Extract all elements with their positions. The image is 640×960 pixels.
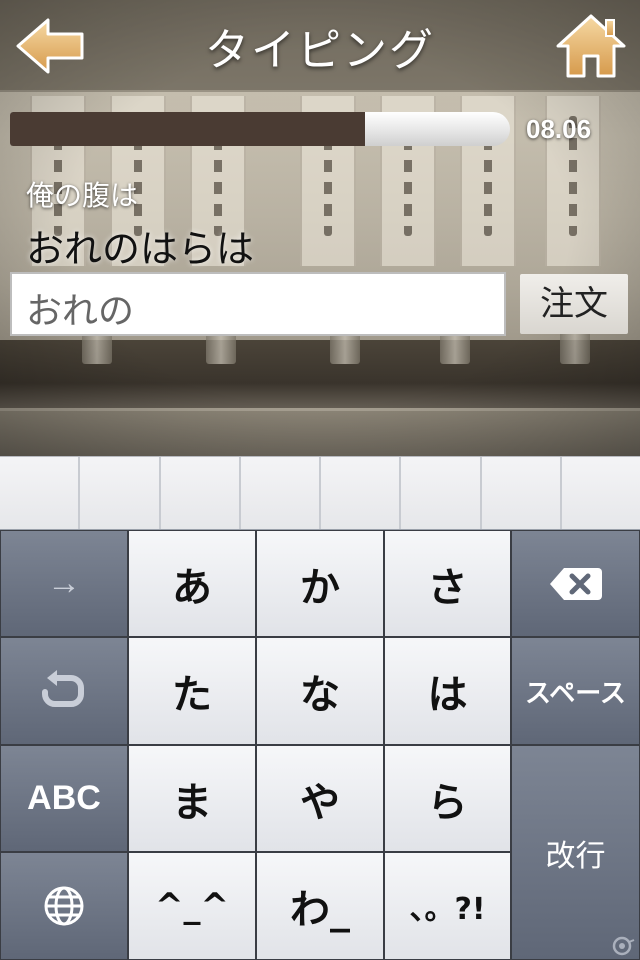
- key-label: あ: [172, 564, 212, 611]
- key-ma[interactable]: ま: [128, 745, 256, 852]
- globe-icon: [44, 886, 84, 926]
- home-button[interactable]: [554, 12, 628, 80]
- candidate-cell[interactable]: [161, 457, 241, 529]
- time-progress-fill: [10, 112, 365, 146]
- key-label: は: [427, 672, 468, 718]
- order-button[interactable]: 注文: [520, 274, 628, 334]
- delete-key[interactable]: [511, 530, 640, 637]
- backspace-icon: [549, 567, 602, 600]
- candidate-cell[interactable]: [80, 457, 161, 529]
- key-ha[interactable]: は: [384, 637, 511, 745]
- key-label: か: [300, 564, 340, 611]
- return-key-label: 改行: [545, 838, 606, 874]
- key-label: さ: [427, 564, 468, 611]
- page-title: タイピング: [205, 25, 435, 76]
- key-punctuation[interactable]: 、。?!: [384, 852, 511, 960]
- candidate-cell[interactable]: [562, 457, 640, 529]
- key-label: わ_: [290, 887, 350, 933]
- key-sa[interactable]: さ: [384, 530, 511, 637]
- key-label: 、。?!: [409, 892, 486, 927]
- answer-input-value: おれの: [26, 291, 135, 332]
- candidate-bar: [0, 456, 640, 531]
- key-label: や: [300, 779, 340, 826]
- key-label: ま: [172, 779, 212, 826]
- arrow-right-icon: →: [47, 564, 81, 602]
- timer-readout: 08.06: [526, 114, 592, 144]
- key-label: な: [300, 672, 340, 718]
- key-ra[interactable]: ら: [384, 745, 511, 852]
- key-label: ら: [427, 779, 468, 826]
- prompt-kanji: 俺の腹は: [26, 179, 139, 212]
- key-emoticon[interactable]: ^_^: [128, 852, 256, 960]
- key-wa[interactable]: わ_: [256, 852, 384, 960]
- key-ka[interactable]: か: [256, 530, 384, 637]
- candidate-cell[interactable]: [321, 457, 402, 529]
- watermark-logo-icon: [612, 936, 635, 956]
- kana-keyboard: → ABC あ か さ た な は ま や ら ^_^ わ_ 、。?! スペース…: [0, 530, 640, 960]
- answer-input[interactable]: おれの: [10, 272, 506, 336]
- home-icon: [556, 14, 626, 78]
- time-progress-bar: [10, 112, 510, 146]
- nav-bar: タイピング: [0, 0, 640, 90]
- key-label: た: [172, 672, 212, 718]
- candidate-cell[interactable]: [241, 457, 321, 529]
- space-key[interactable]: スペース: [511, 637, 640, 745]
- abc-key[interactable]: ABC: [0, 745, 128, 852]
- abc-key-label: ABC: [27, 779, 101, 817]
- candidate-cell[interactable]: [0, 457, 81, 529]
- key-label: ^_^: [155, 886, 229, 926]
- prompt-kana: おれのはらは: [26, 227, 255, 271]
- candidate-cell[interactable]: [401, 457, 482, 529]
- typing-screen: タイピング 08.06 俺の腹は おれのはらは おれの 注文 → ABC あ か…: [0, 0, 640, 960]
- key-a[interactable]: あ: [128, 530, 256, 637]
- key-ya[interactable]: や: [256, 745, 384, 852]
- space-key-label: スペース: [525, 678, 626, 709]
- candidate-cell[interactable]: [482, 457, 562, 529]
- return-key[interactable]: 改行: [511, 745, 640, 960]
- next-arrow-key[interactable]: →: [0, 530, 128, 637]
- key-na[interactable]: な: [256, 637, 384, 745]
- key-ta[interactable]: た: [128, 637, 256, 745]
- undo-key[interactable]: [0, 637, 128, 745]
- undo-icon: [42, 670, 84, 707]
- globe-key[interactable]: [0, 852, 128, 960]
